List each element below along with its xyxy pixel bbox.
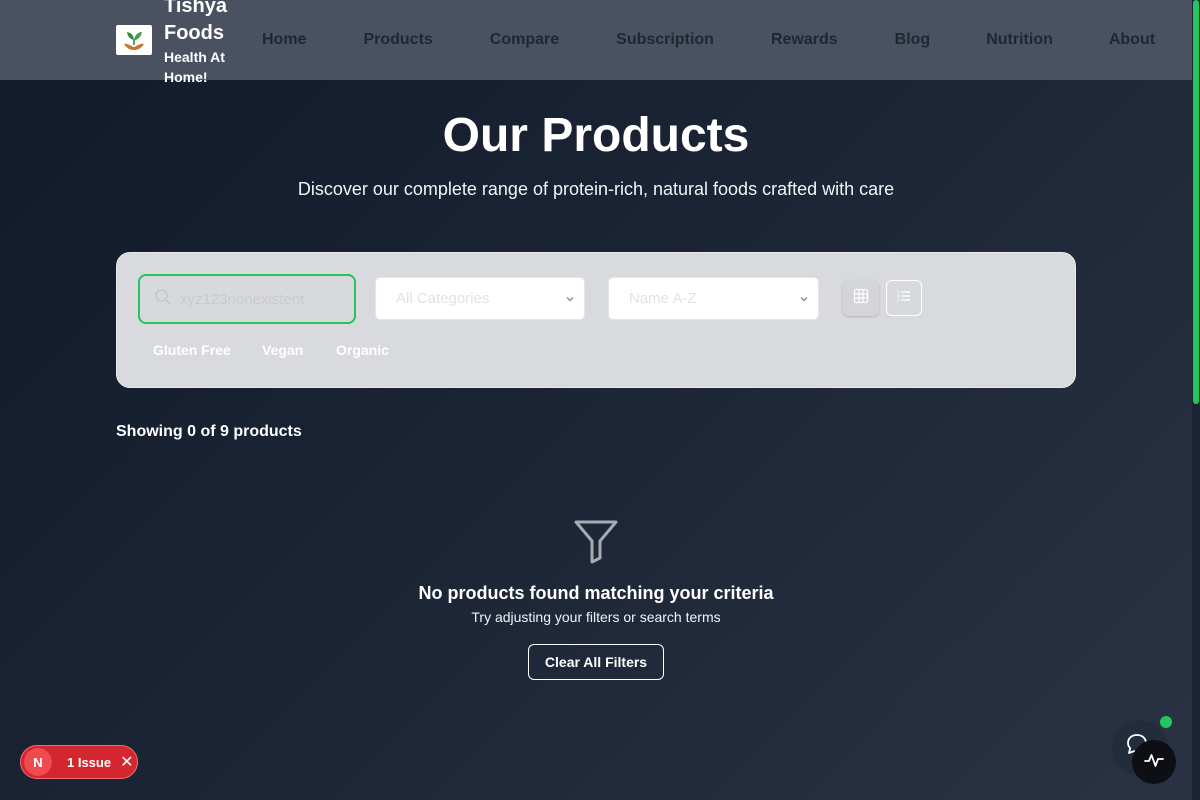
grid-icon (853, 288, 869, 309)
site-header: Tishya Foods Health At Home! Home Produc… (0, 0, 1200, 85)
page-title: Our Products (442, 109, 750, 162)
grid-view-button[interactable] (843, 280, 879, 316)
nav-subscription[interactable]: Subscription (616, 31, 714, 49)
sort-select[interactable]: Name A-Z (608, 277, 819, 320)
filter-panel: All Categories Name A-Z (116, 252, 1076, 388)
brand[interactable]: Tishya Foods Health At Home! (116, 0, 244, 85)
results-count: Showing 0 of 9 products (116, 423, 302, 440)
issue-count-label[interactable]: 1 Issue (67, 755, 111, 770)
list-view-button[interactable] (886, 280, 922, 316)
nav-blog[interactable]: Blog (895, 31, 931, 49)
chip-vegan[interactable]: Vegan (262, 342, 303, 358)
sort-select-value: Name A-Z (629, 290, 697, 307)
filter-icon (573, 518, 619, 569)
chip-organic[interactable]: Organic (336, 342, 389, 358)
sprout-hands-icon (116, 25, 152, 55)
activity-pulse-icon (1143, 749, 1165, 776)
list-icon (896, 288, 912, 309)
search-icon (154, 288, 172, 311)
chip-gluten-free[interactable]: Gluten Free (153, 342, 231, 358)
scrollbar[interactable] (1192, 0, 1200, 800)
brand-tagline: Health At Home! (164, 49, 225, 85)
scrollbar-thumb[interactable] (1193, 0, 1199, 404)
empty-state-title: No products found matching your criteria (418, 583, 774, 603)
chevron-down-icon (564, 292, 576, 309)
search-field[interactable] (138, 274, 356, 324)
brand-name: Tishya Foods (164, 0, 227, 44)
nav-rewards[interactable]: Rewards (771, 31, 838, 49)
nav-home[interactable]: Home (262, 31, 306, 49)
main-nav: Home Products Compare Subscription Rewar… (262, 0, 1155, 80)
online-status-dot (1160, 716, 1172, 728)
chevron-down-icon (798, 292, 810, 309)
brand-text: Tishya Foods Health At Home! (164, 0, 244, 87)
nav-nutrition[interactable]: Nutrition (986, 31, 1053, 49)
category-select[interactable]: All Categories (375, 277, 585, 320)
empty-state-subtitle: Try adjusting your filters or search ter… (471, 609, 721, 625)
dev-tools-avatar[interactable]: N (24, 748, 52, 776)
close-icon[interactable]: ✕ (120, 752, 133, 772)
search-input[interactable] (180, 290, 330, 308)
nav-products[interactable]: Products (363, 31, 432, 49)
activity-button[interactable] (1132, 740, 1176, 784)
category-select-value: All Categories (396, 290, 490, 307)
page-subtitle: Discover our complete range of protein-r… (297, 179, 895, 199)
nav-about[interactable]: About (1109, 31, 1155, 49)
nav-compare[interactable]: Compare (490, 31, 559, 49)
issues-badge[interactable]: N 1 Issue ✕ (20, 745, 138, 779)
clear-all-filters-button[interactable]: Clear All Filters (528, 644, 664, 680)
